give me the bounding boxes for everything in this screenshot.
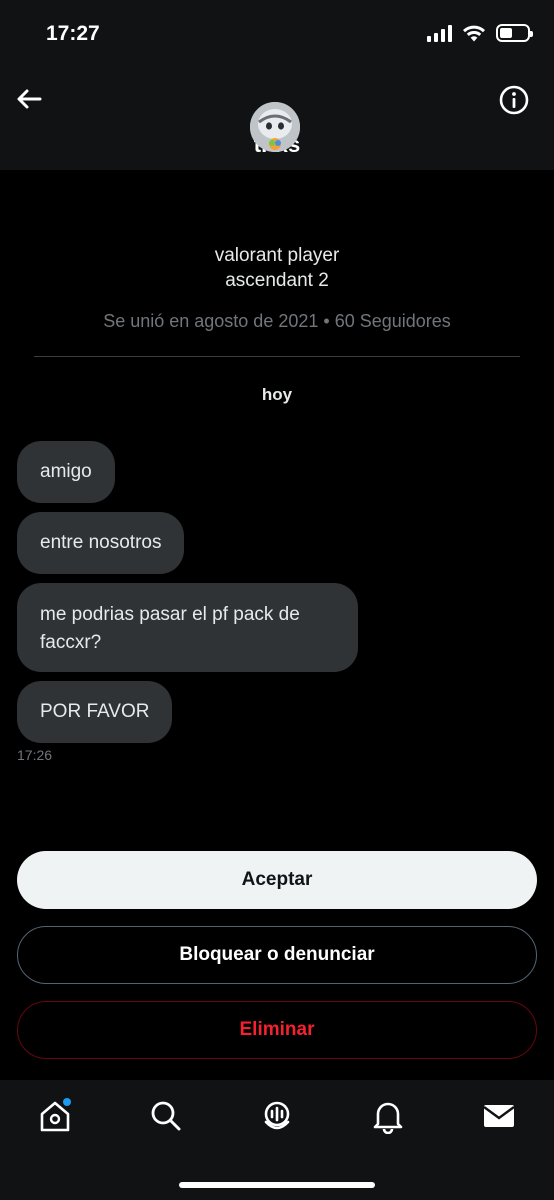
home-icon[interactable] xyxy=(37,1098,73,1134)
message-bubble[interactable]: amigo xyxy=(17,441,115,503)
accept-button[interactable]: Aceptar xyxy=(17,851,537,909)
wifi-icon xyxy=(463,25,485,42)
arrow-left-icon[interactable] xyxy=(14,84,44,114)
spaces-icon[interactable] xyxy=(259,1098,295,1134)
message-timestamp: 17:26 xyxy=(17,747,53,763)
status-icons xyxy=(427,24,533,42)
notification-dot xyxy=(63,1098,71,1106)
battery-icon xyxy=(496,24,533,42)
status-bar: 17:27 xyxy=(0,0,554,70)
bell-icon[interactable] xyxy=(370,1098,406,1134)
bio-line-1: valorant player xyxy=(214,245,340,266)
info-circle-icon[interactable] xyxy=(498,84,530,116)
divider xyxy=(34,356,520,357)
date-separator: hoy xyxy=(261,385,293,404)
delete-button[interactable]: Eliminar xyxy=(17,1001,537,1059)
message-bubble[interactable]: entre nosotros xyxy=(17,512,185,574)
meta-separator: • xyxy=(323,311,330,331)
search-icon[interactable] xyxy=(148,1098,184,1134)
profile-meta: Se unió en agosto de 2021 • 60 Seguidore… xyxy=(0,311,554,332)
joined-date: Se unió en agosto de 2021 xyxy=(103,311,319,331)
message-text: amigo xyxy=(40,461,92,482)
home-indicator xyxy=(179,1182,375,1188)
cellular-signal-icon xyxy=(427,24,452,42)
conversation-header: tr xs xyxy=(0,70,554,170)
message-text: POR FAVOR xyxy=(40,701,150,722)
mail-icon[interactable] xyxy=(481,1098,517,1134)
message-bubble[interactable]: POR FAVOR xyxy=(17,681,173,743)
block-report-button[interactable]: Bloquear o denunciar xyxy=(17,926,537,984)
bio-line-2: ascendant 2 xyxy=(225,270,329,291)
followers-count[interactable]: 60 Seguidores xyxy=(335,311,451,331)
status-time: 17:27 xyxy=(46,22,100,45)
battery-level xyxy=(500,28,512,38)
avatar[interactable] xyxy=(250,102,300,152)
message-text: entre nosotros xyxy=(40,532,162,553)
message-text: me podrias pasar el pf pack de faccxr? xyxy=(40,603,300,653)
profile-bio: valorant player ascendant 2 xyxy=(0,243,554,293)
message-bubble[interactable]: me podrias pasar el pf pack de faccxr? xyxy=(17,583,358,672)
